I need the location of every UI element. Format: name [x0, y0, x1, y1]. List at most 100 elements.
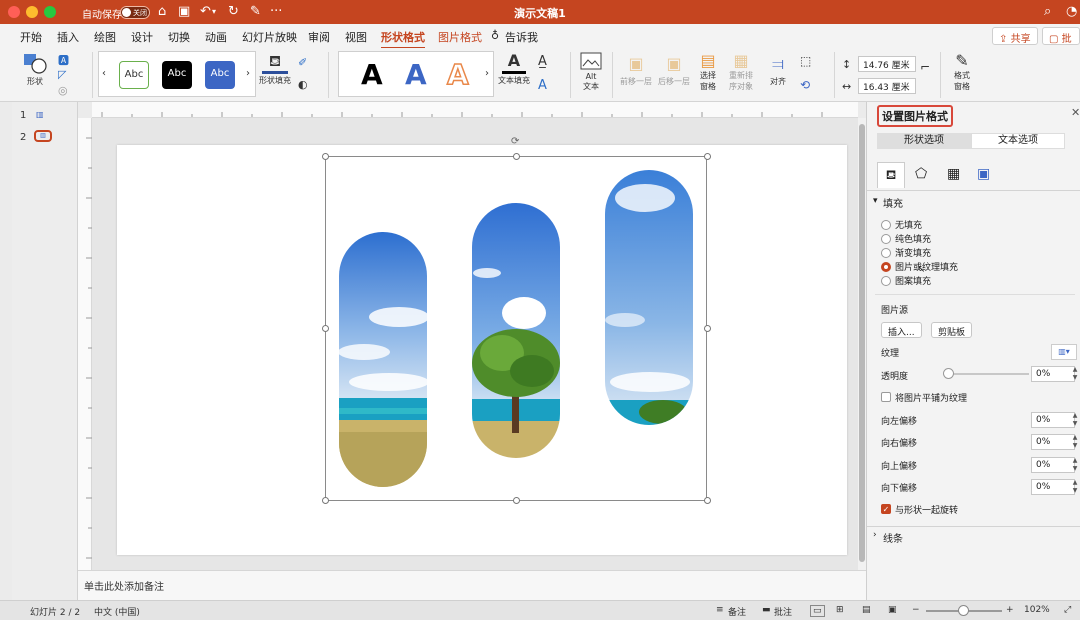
- slide-sorter-icon[interactable]: ⊞: [836, 605, 844, 615]
- rotate-with-shape-checkbox[interactable]: ✓: [881, 504, 891, 514]
- fill-line-tab[interactable]: ⛾: [877, 162, 905, 188]
- thumb-slide-1[interactable]: ▥: [36, 110, 50, 120]
- resize-handle-br[interactable]: [704, 497, 711, 504]
- rotate-handle-icon[interactable]: ⟳: [511, 136, 519, 147]
- fit-slide-icon[interactable]: ⤢: [1064, 605, 1071, 615]
- tab-animations[interactable]: 动画: [205, 29, 227, 45]
- insert-shape-button[interactable]: 形状: [20, 52, 50, 87]
- group-icon[interactable]: ⬚: [800, 54, 811, 68]
- search-icon[interactable]: ⌕: [1044, 4, 1051, 20]
- transparency-slider-track[interactable]: [945, 373, 1029, 375]
- resize-handle-tr[interactable]: [704, 153, 711, 160]
- share-button[interactable]: ⇪ 共享: [992, 27, 1038, 45]
- language-indicator[interactable]: 中文 (中国): [94, 605, 140, 618]
- more-icon[interactable]: ···: [270, 4, 282, 20]
- shape-fill-button[interactable]: ⛾ 形状填充: [258, 52, 292, 86]
- tab-slideshow[interactable]: 幻灯片放映: [242, 29, 297, 45]
- tab-draw[interactable]: 绘图: [94, 29, 116, 45]
- fill-section-chevron-icon[interactable]: ▾: [873, 196, 878, 206]
- no-fill-radio[interactable]: [881, 220, 891, 230]
- height-input[interactable]: 14.76 厘米: [858, 56, 916, 72]
- merge-shapes-icon[interactable]: ◎: [58, 84, 68, 97]
- tab-shape-format[interactable]: 形状格式: [381, 29, 425, 49]
- offset-right-spinner-icon[interactable]: ▲ ▼: [1071, 434, 1079, 450]
- style-black-abc[interactable]: Abc: [162, 61, 192, 89]
- offset-right-input[interactable]: 0%: [1031, 434, 1075, 450]
- undo-icon[interactable]: ↶: [200, 4, 211, 20]
- text-effects-icon[interactable]: A: [538, 78, 547, 93]
- tab-transitions[interactable]: 切换: [168, 29, 190, 45]
- clipboard-button[interactable]: 剪贴板: [931, 322, 973, 338]
- reading-view-icon[interactable]: ▤: [862, 605, 871, 615]
- style-outline-abc[interactable]: Abc: [119, 61, 149, 89]
- notes-area[interactable]: 单击此处添加备注: [78, 570, 866, 600]
- wordart-next-icon[interactable]: ›: [485, 68, 489, 79]
- vertical-scrollbar[interactable]: [858, 118, 866, 570]
- panel-tab-shape[interactable]: 形状选项: [877, 133, 971, 149]
- line-section-header[interactable]: 线条: [883, 530, 903, 545]
- transparency-spinner-icon[interactable]: ▲ ▼: [1071, 366, 1079, 382]
- zoom-slider-thumb[interactable]: [958, 605, 969, 616]
- account-icon[interactable]: ◔: [1066, 4, 1077, 20]
- autosave-toggle[interactable]: 关闭: [120, 6, 150, 19]
- reorder-objects-button[interactable]: ▦ 重新排 序对象: [724, 52, 758, 92]
- text-fill-button[interactable]: A 文本填充: [496, 52, 532, 86]
- zoom-out-icon[interactable]: −: [912, 605, 920, 615]
- tab-picture-format[interactable]: 图片格式: [438, 29, 482, 45]
- thumb-slide-2[interactable]: ▥: [34, 130, 52, 142]
- rotate-icon[interactable]: ⟲: [800, 78, 810, 92]
- shape-outline-icon[interactable]: ✐: [298, 56, 307, 69]
- close-window-button[interactable]: [8, 6, 20, 18]
- tab-design[interactable]: 设计: [131, 29, 153, 45]
- notes-toggle[interactable]: 备注: [728, 605, 746, 618]
- offset-left-input[interactable]: 0%: [1031, 412, 1075, 428]
- resize-handle-bl[interactable]: [322, 497, 329, 504]
- panel-tab-text[interactable]: 文本选项: [971, 133, 1065, 149]
- picture-tab-icon[interactable]: ▣: [977, 166, 990, 182]
- zoom-in-icon[interactable]: +: [1006, 605, 1014, 615]
- maximize-window-button[interactable]: [44, 6, 56, 18]
- wordart-blue[interactable]: A: [405, 58, 427, 92]
- resize-handle-l[interactable]: [322, 325, 329, 332]
- size-tab-icon[interactable]: ▦: [947, 166, 960, 182]
- texture-picker[interactable]: ▥▾: [1051, 344, 1077, 360]
- selection-frame[interactable]: [325, 156, 707, 501]
- resize-handle-r[interactable]: [704, 325, 711, 332]
- offset-left-spinner-icon[interactable]: ▲ ▼: [1071, 412, 1079, 428]
- send-backward-button[interactable]: ▣ 后移一层: [656, 52, 692, 87]
- format-pane-button[interactable]: ✎ 格式 窗格: [946, 52, 978, 92]
- tell-me[interactable]: 告诉我: [505, 29, 538, 45]
- tab-review[interactable]: 审阅: [308, 29, 330, 45]
- resize-handle-tl[interactable]: [322, 153, 329, 160]
- line-section-chevron-icon[interactable]: ›: [873, 530, 877, 540]
- tab-insert[interactable]: 插入: [57, 29, 79, 45]
- redo-icon[interactable]: ↻: [228, 4, 239, 20]
- zoom-level[interactable]: 102%: [1024, 605, 1050, 615]
- align-button[interactable]: ⫤ 对齐: [762, 52, 794, 87]
- edit-shape-icon[interactable]: ◸: [58, 68, 66, 81]
- resize-handle-b[interactable]: [513, 497, 520, 504]
- transparency-slider-thumb[interactable]: [943, 368, 954, 379]
- tab-view[interactable]: 视图: [345, 29, 367, 45]
- customize-icon[interactable]: ✎: [250, 4, 261, 20]
- selection-pane-button[interactable]: ▤ 选择 窗格: [694, 52, 722, 92]
- width-input[interactable]: 16.43 厘米: [858, 78, 916, 94]
- fill-section-header[interactable]: 填充: [883, 195, 903, 210]
- slideshow-icon[interactable]: ▣: [888, 605, 897, 615]
- wordart-black[interactable]: A: [361, 58, 383, 92]
- home-icon[interactable]: ⌂: [158, 4, 166, 20]
- shape-effects-icon[interactable]: ◐: [298, 78, 308, 91]
- offset-bottom-spinner-icon[interactable]: ▲ ▼: [1071, 479, 1079, 495]
- insert-picture-button[interactable]: 插入...: [881, 322, 922, 338]
- scroll-thumb[interactable]: [859, 124, 865, 562]
- tile-texture-checkbox[interactable]: [881, 392, 891, 402]
- text-outline-icon[interactable]: A̲: [538, 54, 547, 69]
- pattern-fill-radio[interactable]: [881, 276, 891, 286]
- offset-bottom-input[interactable]: 0%: [1031, 479, 1075, 495]
- gradient-fill-radio[interactable]: [881, 248, 891, 258]
- comments-button[interactable]: ▢ 批注: [1042, 27, 1080, 60]
- gallery-prev-icon[interactable]: ‹: [102, 68, 106, 79]
- resize-handle-t[interactable]: [513, 153, 520, 160]
- textbox-icon[interactable]: 🅰: [58, 52, 69, 68]
- alt-text-button[interactable]: Alt 文本: [576, 52, 606, 92]
